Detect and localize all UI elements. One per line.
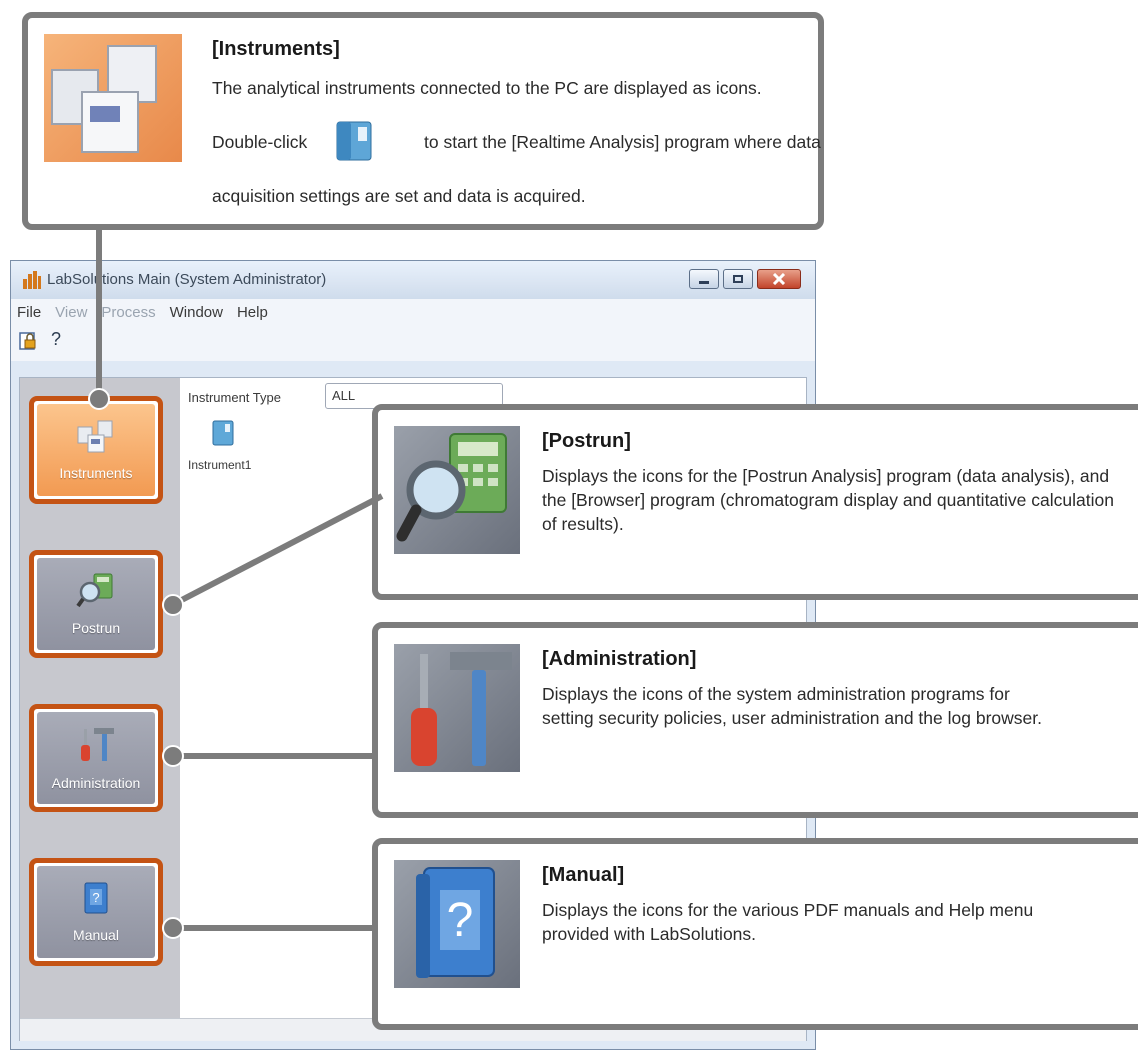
postrun-icon bbox=[76, 573, 113, 608]
instrument-type-label: Instrument Type bbox=[188, 390, 281, 405]
instrument-item[interactable] bbox=[212, 418, 234, 446]
callout-postrun: [Postrun] Displays the icons for the [Po… bbox=[372, 404, 1138, 600]
manual-thumbnail: ? bbox=[394, 860, 520, 988]
lock-toolbar-button[interactable] bbox=[19, 331, 39, 351]
help-toolbar-button[interactable]: ? bbox=[51, 329, 61, 350]
postrun-thumbnail bbox=[394, 426, 520, 554]
minimize-icon bbox=[699, 280, 709, 284]
sidebar-item-label: Manual bbox=[73, 927, 119, 943]
callout-administration: [Administration] Displays the icons of t… bbox=[372, 622, 1138, 818]
toolbar: ? bbox=[11, 325, 815, 361]
connector-dot-administration bbox=[162, 745, 184, 767]
maximize-icon bbox=[733, 275, 743, 283]
connector-manual bbox=[176, 925, 376, 931]
callout-text: Displays the icons for the [Postrun Anal… bbox=[542, 466, 1114, 534]
window-title: LabSolutions Main (System Administrator) bbox=[47, 271, 327, 288]
instrument-label: Instrument1 bbox=[188, 458, 252, 472]
callout-text: to start the [Realtime Analysis] program… bbox=[424, 132, 821, 152]
minimize-button[interactable] bbox=[689, 269, 719, 289]
callout-title: [Instruments] bbox=[212, 38, 340, 60]
sidebar-item-postrun[interactable]: Postrun bbox=[29, 550, 163, 658]
instruments-icon bbox=[77, 420, 113, 453]
callout-text: The analytical instruments connected to … bbox=[212, 78, 762, 98]
instrument-inline-icon bbox=[334, 118, 374, 162]
callout-text: Displays the icons of the system adminis… bbox=[542, 684, 1042, 728]
menu-view[interactable]: View bbox=[55, 304, 87, 321]
sidebar-item-label: Postrun bbox=[71, 620, 121, 636]
administration-thumbnail bbox=[394, 644, 520, 772]
administration-icon bbox=[411, 652, 512, 766]
sidebar-item-label: Administration bbox=[51, 775, 141, 791]
connector-administration bbox=[176, 753, 376, 759]
instrument-icon bbox=[336, 121, 372, 161]
instruments-icon bbox=[51, 45, 157, 153]
menu-window[interactable]: Window bbox=[170, 304, 223, 321]
lock-icon bbox=[19, 332, 36, 350]
callout-manual: ? [Manual] Displays the icons for the va… bbox=[372, 838, 1138, 1030]
close-icon bbox=[772, 273, 786, 285]
callout-title: [Postrun] bbox=[542, 430, 631, 452]
svg-text:?: ? bbox=[92, 890, 99, 905]
labsolutions-logo-icon bbox=[23, 271, 41, 289]
callout-text: acquisition settings are set and data is… bbox=[212, 186, 586, 206]
sidebar-item-instruments[interactable]: Instruments bbox=[29, 396, 163, 504]
menu-process[interactable]: Process bbox=[101, 304, 155, 321]
callout-title: [Manual] bbox=[542, 864, 625, 886]
menu-bar: File View Process Window Help bbox=[11, 299, 815, 325]
close-button[interactable] bbox=[757, 269, 801, 289]
instrument-icon bbox=[212, 420, 234, 446]
title-bar[interactable]: LabSolutions Main (System Administrator) bbox=[11, 261, 815, 299]
sidebar-item-label: Instruments bbox=[59, 465, 133, 481]
menu-help[interactable]: Help bbox=[237, 304, 268, 321]
connector-dot-manual bbox=[162, 917, 184, 939]
manual-icon: ? bbox=[84, 882, 108, 914]
connector-dot-postrun bbox=[162, 594, 184, 616]
connector-instruments bbox=[96, 226, 102, 398]
administration-icon bbox=[81, 728, 114, 761]
manual-icon: ? bbox=[416, 867, 495, 978]
menu-file[interactable]: File bbox=[17, 304, 41, 321]
svg-text:?: ? bbox=[447, 894, 474, 947]
instruments-thumbnail bbox=[44, 34, 182, 162]
sidebar-item-administration[interactable]: Administration bbox=[29, 704, 163, 812]
callout-instruments: [Instruments] The analytical instruments… bbox=[22, 12, 824, 230]
connector-postrun bbox=[172, 493, 384, 607]
connector-dot-instruments bbox=[88, 388, 110, 410]
callout-text: Displays the icons for the various PDF m… bbox=[542, 900, 1034, 944]
maximize-button[interactable] bbox=[723, 269, 753, 289]
callout-text: Double-click bbox=[212, 132, 308, 152]
sidebar-item-manual[interactable]: ? Manual bbox=[29, 858, 163, 966]
callout-title: [Administration] bbox=[542, 648, 697, 670]
postrun-icon bbox=[396, 433, 507, 542]
